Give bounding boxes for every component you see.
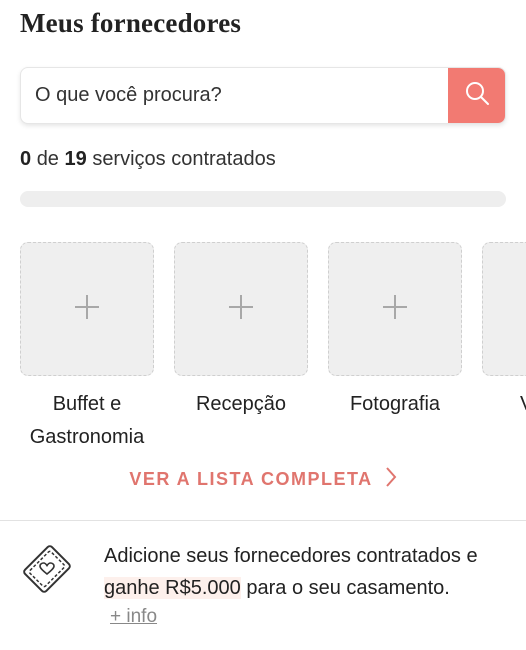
- category-carousel[interactable]: Buffet e Gastronomia Recepção Fotografia…: [0, 242, 526, 452]
- plus-icon: [73, 293, 101, 326]
- add-category-box[interactable]: [174, 242, 308, 376]
- gift-card-icon: [18, 540, 76, 603]
- category-card-recepcao[interactable]: Recepção: [174, 242, 308, 421]
- category-card-partial[interactable]: V: [482, 242, 526, 421]
- plus-icon: [381, 293, 409, 326]
- category-label: Buffet e Gastronomia: [29, 393, 145, 448]
- promo-highlight: ganhe R$5.000: [104, 577, 241, 599]
- hired-count: 0: [20, 148, 32, 170]
- search-bar: [20, 67, 506, 124]
- add-category-box[interactable]: [482, 242, 526, 376]
- add-category-box[interactable]: [20, 242, 154, 376]
- page-title: Meus fornecedores: [20, 8, 242, 38]
- category-label: V: [482, 388, 526, 421]
- promo-text-after: para o seu casamento.: [246, 577, 450, 599]
- category-label: Fotografia: [349, 393, 441, 415]
- plus-icon: [227, 293, 255, 326]
- search-input[interactable]: [21, 68, 449, 123]
- search-button[interactable]: [448, 68, 505, 123]
- view-full-list-label: VER A LISTA COMPLETA: [129, 469, 373, 489]
- add-category-box[interactable]: [328, 242, 462, 376]
- search-icon: [464, 80, 490, 111]
- category-label: Recepção: [195, 393, 287, 415]
- count-connector: de: [36, 148, 59, 170]
- section-divider: [0, 520, 526, 521]
- promo-text-before: Adicione seus fornecedores contratados e: [104, 545, 478, 567]
- progress-bar: [20, 191, 506, 207]
- category-card-buffet[interactable]: Buffet e Gastronomia: [20, 242, 154, 452]
- chevron-right-icon: [385, 466, 397, 493]
- more-info-link[interactable]: + info: [110, 606, 157, 628]
- view-full-list-link[interactable]: VER A LISTA COMPLETA: [0, 466, 526, 493]
- total-count: 19: [64, 148, 87, 170]
- count-suffix: serviços contratados: [92, 148, 276, 170]
- category-card-fotografia[interactable]: Fotografia: [328, 242, 462, 421]
- hired-services-count: 0 de 19 serviços contratados: [20, 148, 276, 171]
- promo-message: Adicione seus fornecedores contratados e…: [104, 540, 514, 604]
